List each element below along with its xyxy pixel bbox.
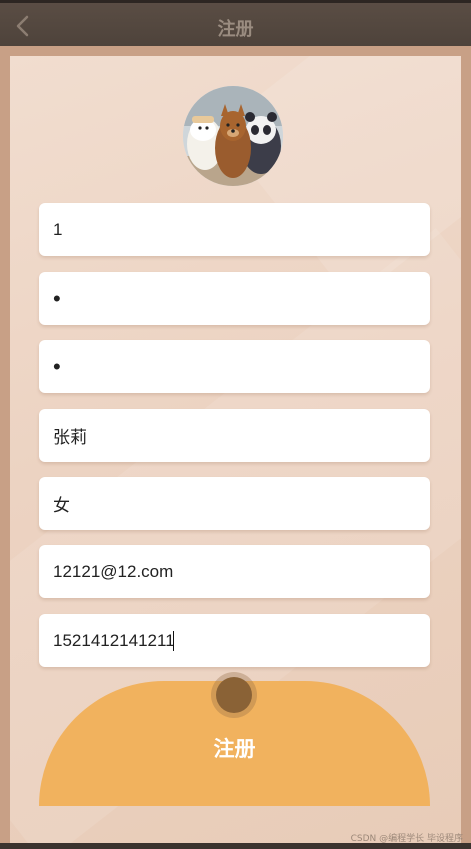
email-field[interactable] <box>39 545 430 598</box>
confirm-password-input[interactable] <box>39 340 430 393</box>
content-area: 注册 <box>0 46 471 843</box>
password-input[interactable] <box>39 272 430 325</box>
password-field[interactable] <box>39 272 430 325</box>
name-field[interactable] <box>39 409 430 462</box>
page-title: 注册 <box>217 19 254 40</box>
register-button[interactable]: 注册 <box>39 677 430 806</box>
gender-input[interactable] <box>39 477 430 530</box>
phone-field[interactable] <box>39 614 430 667</box>
register-button-label: 注册 <box>213 737 256 761</box>
username-field[interactable] <box>39 203 430 256</box>
top-bar: 注册 <box>0 0 471 46</box>
app-screen: 注册 1 • • 张莉 女 12121@12.com 1521412141211… <box>0 0 471 849</box>
register-panel: 注册 <box>10 56 461 843</box>
avatar[interactable] <box>183 86 283 186</box>
name-input[interactable] <box>39 409 430 462</box>
gender-field[interactable] <box>39 477 430 530</box>
drag-knob-icon[interactable] <box>216 677 252 713</box>
confirm-password-field[interactable] <box>39 340 430 393</box>
phone-input[interactable] <box>39 614 430 667</box>
text-caret <box>173 631 174 651</box>
avatar-illustration-icon <box>183 86 283 186</box>
email-input[interactable] <box>39 545 430 598</box>
watermark: CSDN @编程学长 毕设程序 <box>350 834 463 844</box>
username-input[interactable] <box>39 203 430 256</box>
